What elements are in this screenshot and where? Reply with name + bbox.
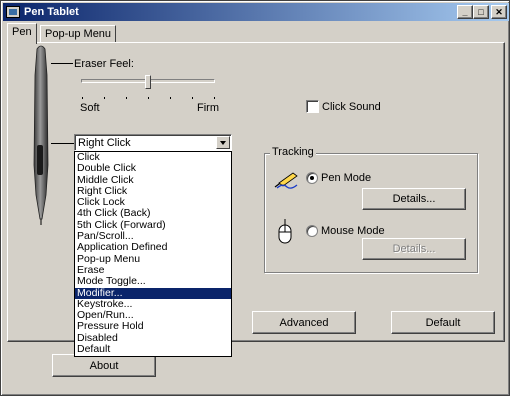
button-function-value: Right Click [78,137,131,149]
mouse-mode-icon [278,219,292,244]
tablet-app-icon [6,6,20,18]
tracking-group-legend: Tracking [270,146,316,158]
slider-min-label: Soft [80,102,100,114]
slider-tick [104,97,105,99]
slider-tick [214,97,215,99]
advanced-button[interactable]: Advanced [252,311,356,334]
close-button[interactable]: ✕ [491,5,507,19]
window-title: Pen Tablet [24,6,79,18]
dropdown-option[interactable]: Default [75,343,231,355]
maximize-button[interactable]: □ [473,5,489,19]
eraser-connector [51,63,73,64]
button-connector [51,143,74,144]
tab-pen[interactable]: Pen [7,23,37,44]
dropdown-arrow-icon[interactable] [216,136,230,149]
default-button[interactable]: Default [391,311,495,334]
button-function-dropdown-list: Click Double Click Middle Click Right Click… [74,151,232,357]
slider-max-label: Firm [197,102,219,114]
eraser-feel-label: Eraser Feel: [74,58,134,70]
click-sound-checkbox[interactable] [306,100,319,113]
mouse-mode-details-button[interactable]: Details... [362,238,466,260]
pen-mode-details-button[interactable]: Details... [362,188,466,210]
dropdown-option[interactable]: Application Defined [75,242,231,253]
pen-mode-icon [274,172,298,189]
slider-tick [170,97,171,99]
minimize-button[interactable]: _ [457,5,473,19]
mouse-mode-label: Mouse Mode [321,225,385,237]
title-bar[interactable]: Pen Tablet _ □ ✕ [3,3,509,21]
slider-tick [148,97,149,99]
slider-tick [82,97,83,99]
slider-tick [126,97,127,99]
pen-tablet-window: Pen Tablet _ □ ✕ Pen Pop-up Menu Eraser … [0,0,510,396]
pen-mode-radio[interactable] [306,172,318,184]
button-function-combo[interactable]: Right Click [74,134,232,151]
pen-mode-label: Pen Mode [321,172,372,184]
dropdown-option[interactable]: Double Click [75,163,231,174]
pen-illustration [33,45,49,225]
click-sound-label: Click Sound [322,101,381,113]
slider-tick [192,97,193,99]
eraser-feel-slider-thumb[interactable] [145,75,151,89]
dropdown-option[interactable]: Mode Toggle... [75,276,231,287]
about-button[interactable]: About [52,354,156,377]
tab-popup-menu[interactable]: Pop-up Menu [40,25,117,43]
mouse-mode-radio[interactable] [306,225,318,237]
